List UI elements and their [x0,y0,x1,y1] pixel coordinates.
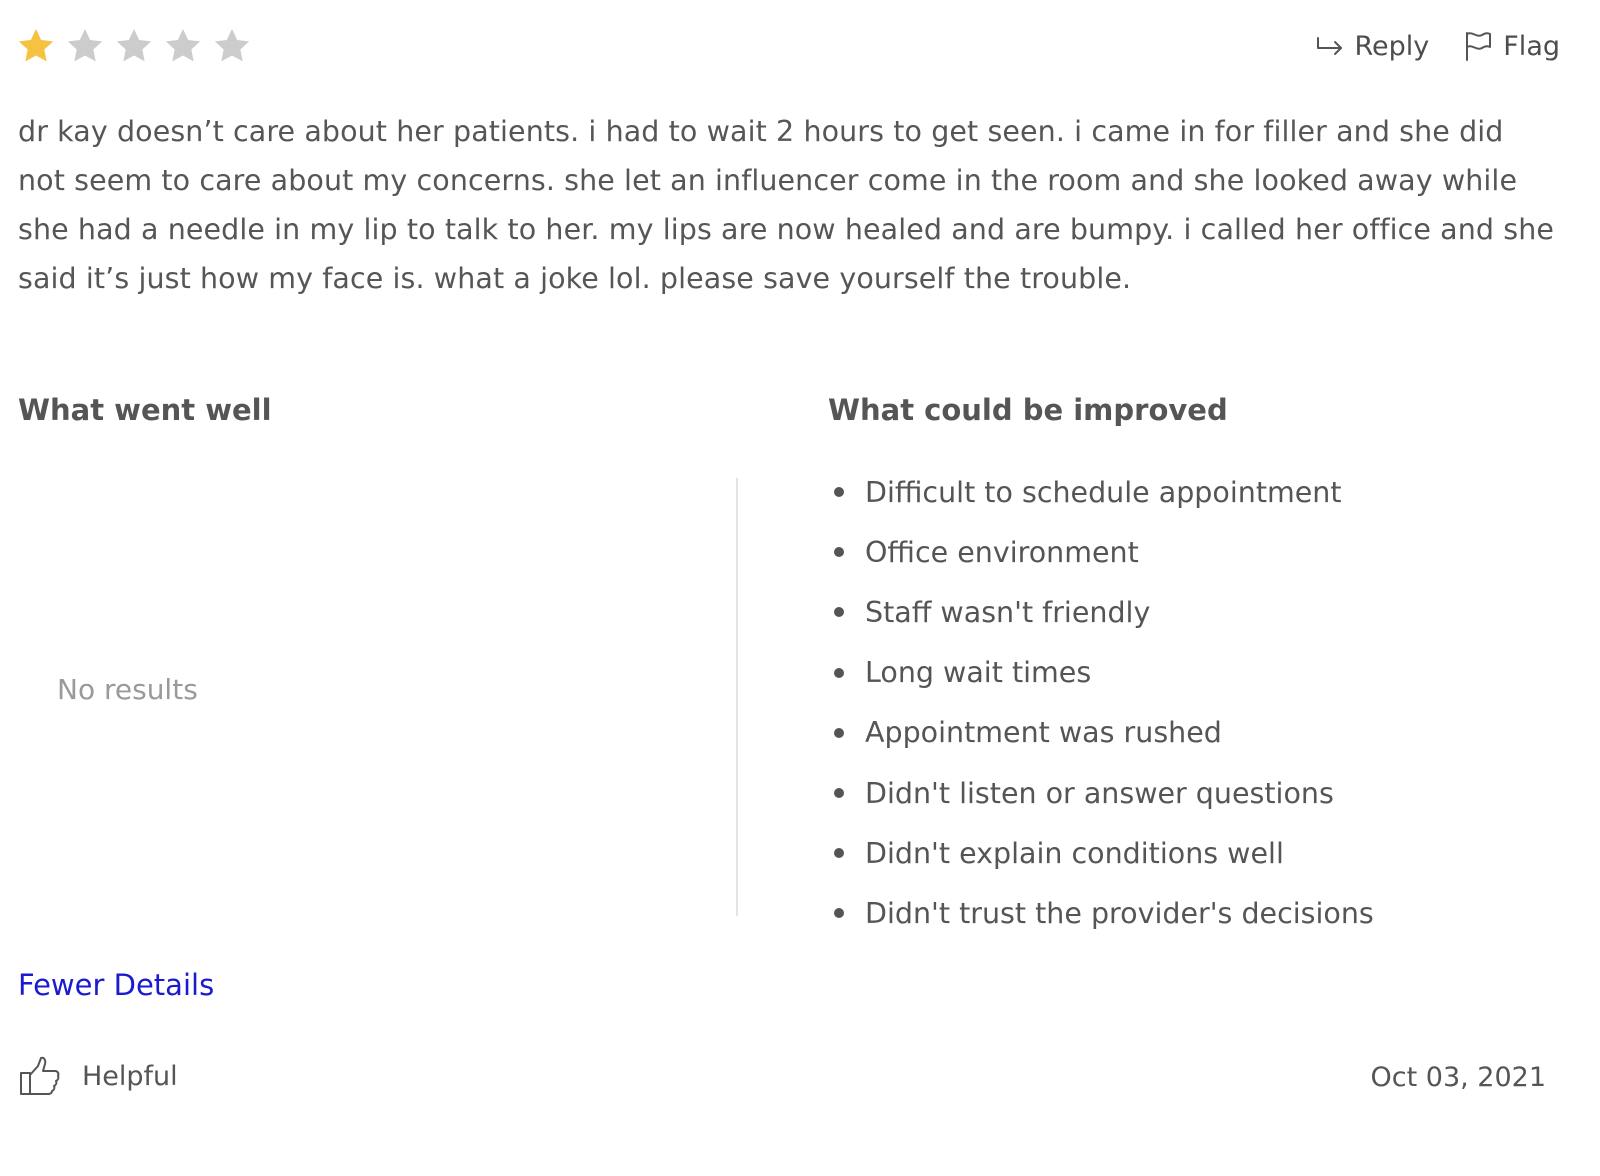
bullet [834,848,844,859]
list-item-label: Appointment was rushed [865,716,1222,750]
list-item-label: Didn't listen or answer questions [865,776,1334,810]
bullet [834,788,844,799]
could-improve-title: What could be improved [828,393,1228,427]
bullet [834,607,844,618]
list-item-label: Staff wasn't friendly [865,595,1151,629]
list-item-label: Office environment [865,535,1139,569]
list-item-label: Long wait times [865,656,1092,690]
star-icon-2 [67,29,103,62]
helpful-label: Helpful [82,1060,178,1092]
flag-label: Flag [1503,30,1560,62]
list-item: Difficult to schedule appointment [834,462,1374,522]
review-date: Oct 03, 2021 [1370,1062,1547,1093]
reply-arrow-icon [1316,37,1342,55]
list-item: Long wait times [834,643,1374,703]
bullet [834,908,844,919]
review-actions: Reply Flag [1315,30,1560,62]
list-item: Didn't explain conditions well [834,823,1374,883]
went-well-empty-text: No results [57,673,198,706]
star-rating [16,26,252,66]
list-item: Appointment was rushed [834,703,1374,763]
list-item: Office environment [834,522,1374,582]
column-divider [736,478,738,916]
star-icon-3 [116,29,152,62]
fewer-details-link[interactable]: Fewer Details [18,968,214,1002]
helpful-button[interactable]: Helpful [18,1054,178,1098]
list-item: Didn't trust the provider's decisions [834,883,1374,943]
flag-icon [1466,32,1492,61]
star-icon-4 [165,29,201,62]
went-well-title: What went well [18,393,272,427]
reply-label: Reply [1354,30,1430,62]
flag-button[interactable]: Flag [1463,30,1560,62]
list-item-label: Didn't trust the provider's decisions [865,896,1374,930]
star-icon-5 [214,29,250,62]
reply-button[interactable]: Reply [1315,30,1430,62]
could-improve-list: Difficult to schedule appointment Office… [834,462,1374,944]
bullet [834,667,844,678]
star-icon-1 [18,29,54,62]
list-item: Staff wasn't friendly [834,582,1374,642]
bullet [834,547,844,558]
thumbs-up-icon [20,1056,60,1095]
list-item: Didn't listen or answer questions [834,763,1374,823]
bullet [834,727,844,738]
bullet [834,487,844,498]
list-item-label: Difficult to schedule appointment [865,475,1342,509]
review-text: dr kay doesn’t care about her patients. … [18,115,1555,295]
list-item-label: Didn't explain conditions well [865,836,1284,870]
